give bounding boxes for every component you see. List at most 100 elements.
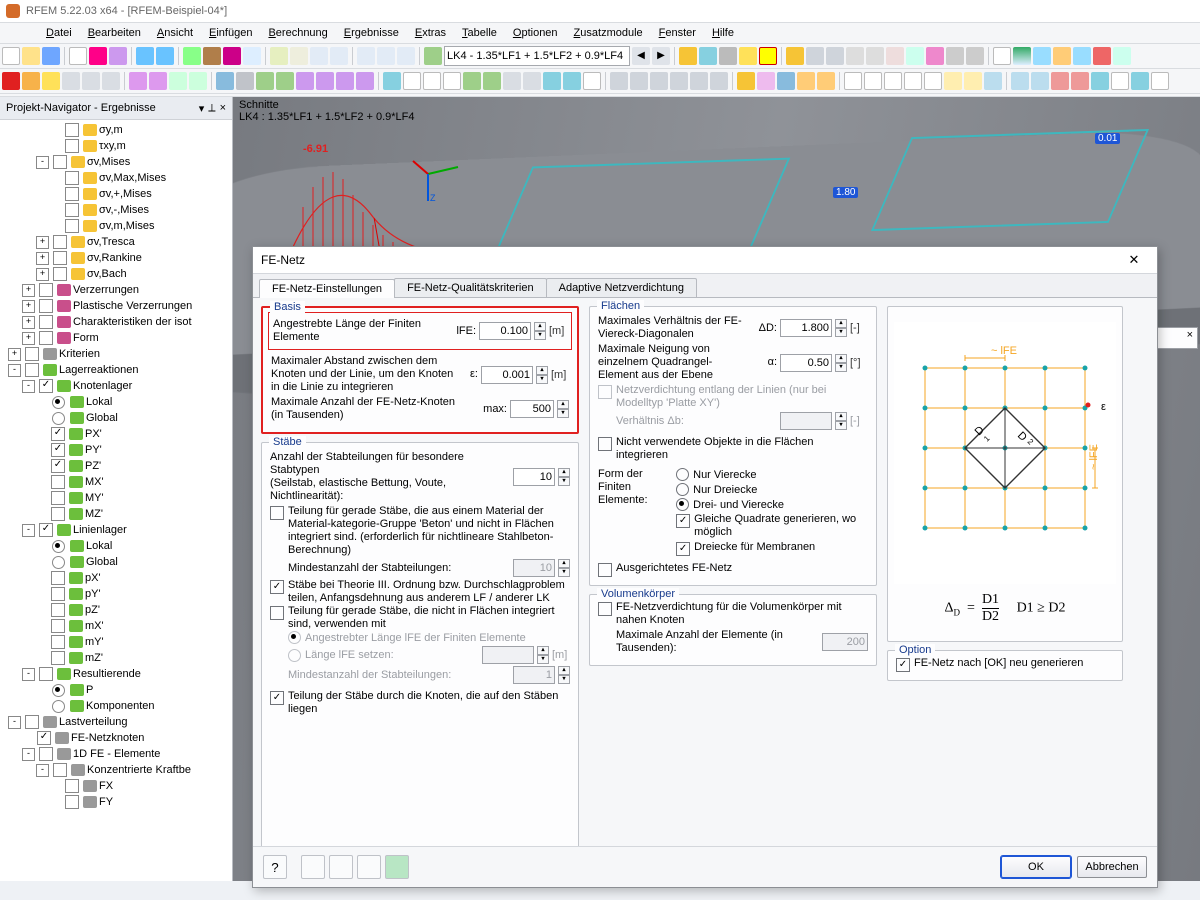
tb-icon[interactable] bbox=[236, 72, 254, 90]
close-icon[interactable]: ✕ bbox=[1119, 250, 1149, 270]
chk-theory3[interactable]: ✓Stäbe bei Theorie III. Ordnung bzw. Dur… bbox=[270, 579, 570, 605]
close-icon[interactable]: × bbox=[220, 102, 226, 115]
menu-optionen[interactable]: Optionen bbox=[505, 25, 566, 41]
tb-icon[interactable] bbox=[583, 72, 601, 90]
tree-item[interactable]: ✓PY' bbox=[0, 442, 232, 458]
menu-berechnung[interactable]: Berechnung bbox=[260, 25, 335, 41]
tb-icon[interactable] bbox=[926, 47, 944, 65]
zoom-out-icon[interactable] bbox=[630, 72, 648, 90]
help-icon[interactable]: ? bbox=[263, 855, 287, 879]
tb-icon[interactable] bbox=[22, 72, 40, 90]
tb-icon[interactable] bbox=[216, 72, 234, 90]
tb-icon[interactable] bbox=[966, 47, 984, 65]
tb-icon[interactable] bbox=[739, 47, 757, 65]
tree-item[interactable]: mY' bbox=[0, 634, 232, 650]
tb-icon[interactable] bbox=[256, 72, 274, 90]
tb-icon[interactable] bbox=[423, 72, 441, 90]
rad-quads[interactable]: Nur Vierecke bbox=[676, 468, 868, 481]
tb-icon[interactable] bbox=[330, 47, 348, 65]
tree-item[interactable]: -Lastverteilung bbox=[0, 714, 232, 730]
tree-item[interactable]: -1D FE - Elemente bbox=[0, 746, 232, 762]
tree-item[interactable]: Lokal bbox=[0, 538, 232, 554]
chk-splitnodes[interactable]: ✓Teilung der Stäbe durch die Knoten, die… bbox=[270, 690, 570, 716]
tree-item[interactable]: pZ' bbox=[0, 602, 232, 618]
tb-icon[interactable] bbox=[42, 72, 60, 90]
tb-icon[interactable] bbox=[129, 72, 147, 90]
tb-icon[interactable] bbox=[443, 72, 461, 90]
tb-icon[interactable] bbox=[964, 72, 982, 90]
tb-icon[interactable] bbox=[786, 47, 804, 65]
tb-icon[interactable] bbox=[383, 72, 401, 90]
print-icon[interactable] bbox=[69, 47, 87, 65]
tree-item[interactable]: FX bbox=[0, 778, 232, 794]
chk-equal-squares[interactable]: ✓Gleiche Quadrate generieren, wo möglich bbox=[676, 513, 868, 539]
lfe-input[interactable] bbox=[479, 322, 531, 340]
divisions-input[interactable] bbox=[513, 468, 555, 486]
tree-item[interactable]: Lokal bbox=[0, 394, 232, 410]
foot-icon[interactable] bbox=[329, 855, 353, 879]
tree-item[interactable]: +Verzerrungen bbox=[0, 282, 232, 298]
maxnodes-input[interactable] bbox=[510, 400, 554, 418]
navigator-tree[interactable]: σy,mτxy,m-σv,Misesσv,Max,Misesσv,+,Mises… bbox=[0, 120, 232, 881]
tb-icon[interactable] bbox=[503, 72, 521, 90]
tb-icon[interactable] bbox=[679, 47, 697, 65]
ok-button[interactable]: OK bbox=[1001, 856, 1071, 878]
tb-icon[interactable] bbox=[336, 72, 354, 90]
tb-icon[interactable] bbox=[904, 72, 922, 90]
tree-item[interactable]: -Resultierende bbox=[0, 666, 232, 682]
tb-icon[interactable] bbox=[777, 72, 795, 90]
tb-icon[interactable] bbox=[993, 47, 1011, 65]
tb-icon[interactable] bbox=[1051, 72, 1069, 90]
pin-icon[interactable]: ⟂ bbox=[208, 102, 215, 115]
tb-icon[interactable] bbox=[846, 47, 864, 65]
tree-item[interactable]: -Lagerreaktionen bbox=[0, 362, 232, 378]
rad-tris[interactable]: Nur Dreiecke bbox=[676, 483, 868, 496]
tree-item[interactable]: Global bbox=[0, 410, 232, 426]
chk-beton[interactable]: Teilung für gerade Stäbe, die aus einem … bbox=[270, 505, 570, 557]
tree-item[interactable]: pY' bbox=[0, 586, 232, 602]
tree-item[interactable]: +Plastische Verzerrungen bbox=[0, 298, 232, 314]
tree-item[interactable]: P bbox=[0, 682, 232, 698]
tb-icon[interactable] bbox=[463, 72, 481, 90]
tree-item[interactable]: FY bbox=[0, 794, 232, 810]
tb-icon[interactable] bbox=[169, 72, 187, 90]
chk-regenerate[interactable]: ✓FE-Netz nach [OK] neu generieren bbox=[896, 657, 1114, 672]
tree-item[interactable]: -Konzentrierte Kraftbe bbox=[0, 762, 232, 778]
new-icon[interactable] bbox=[2, 47, 20, 65]
incl-input[interactable] bbox=[780, 354, 832, 372]
tb-icon[interactable] bbox=[1011, 72, 1029, 90]
menu-ansicht[interactable]: Ansicht bbox=[149, 25, 201, 41]
tree-item[interactable]: +Kriterien bbox=[0, 346, 232, 362]
tb-icon[interactable] bbox=[102, 72, 120, 90]
tb-icon[interactable] bbox=[403, 72, 421, 90]
tb-icon[interactable] bbox=[946, 47, 964, 65]
tb-icon[interactable] bbox=[737, 72, 755, 90]
tb-icon[interactable] bbox=[886, 47, 904, 65]
tb-icon[interactable] bbox=[89, 47, 107, 65]
tree-item[interactable]: τxy,m bbox=[0, 138, 232, 154]
save-icon[interactable] bbox=[42, 47, 60, 65]
tb-icon[interactable] bbox=[906, 47, 924, 65]
spinner[interactable]: ▴▾ bbox=[557, 400, 569, 418]
tb-icon[interactable] bbox=[1151, 72, 1169, 90]
menu-tabelle[interactable]: Tabelle bbox=[454, 25, 505, 41]
foot-icon[interactable] bbox=[385, 855, 409, 879]
rad-both[interactable]: Drei- und Vierecke bbox=[676, 498, 868, 511]
spinner[interactable]: ▴▾ bbox=[536, 366, 548, 384]
tree-item[interactable]: Komponenten bbox=[0, 698, 232, 714]
tree-item[interactable]: σy,m bbox=[0, 122, 232, 138]
pan-icon[interactable] bbox=[670, 72, 688, 90]
redo-icon[interactable] bbox=[156, 47, 174, 65]
tb-icon[interactable] bbox=[2, 72, 20, 90]
tree-item[interactable]: Global bbox=[0, 554, 232, 570]
tree-item[interactable]: +Form bbox=[0, 330, 232, 346]
tb-icon[interactable] bbox=[1073, 47, 1091, 65]
tb-icon[interactable] bbox=[296, 72, 314, 90]
open-icon[interactable] bbox=[22, 47, 40, 65]
tb-icon[interactable] bbox=[797, 72, 815, 90]
tree-item[interactable]: σv,Max,Mises bbox=[0, 170, 232, 186]
chk-notintegrated[interactable]: Teilung für gerade Stäbe, die nicht in F… bbox=[270, 605, 570, 631]
tree-item[interactable]: +σv,Rankine bbox=[0, 250, 232, 266]
tb-icon[interactable] bbox=[397, 47, 415, 65]
tb-icon[interactable] bbox=[759, 47, 777, 65]
